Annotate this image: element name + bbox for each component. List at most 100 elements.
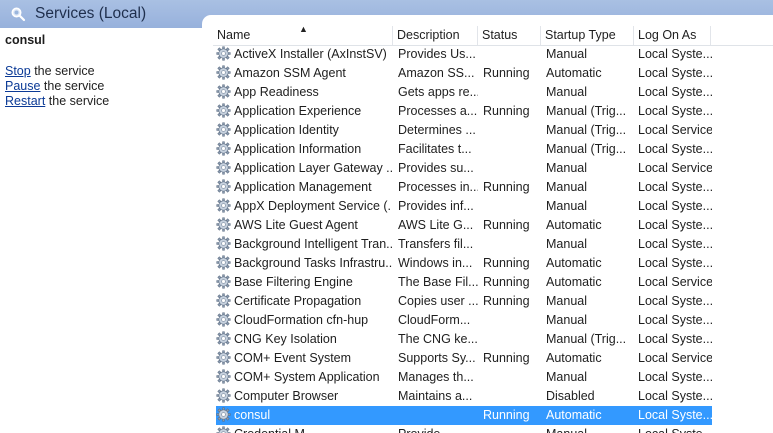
- service-row[interactable]: Certificate Propagation Copies user ... Ru…: [216, 292, 712, 311]
- column-header-startup-type-label: Startup Type: [545, 28, 616, 42]
- service-startup-type-cell: Manual (Trig...: [546, 142, 627, 156]
- service-row[interactable]: COM+ System Application Manages th... Manu…: [216, 368, 712, 387]
- service-log-on-as-cell: Local Syste...: [638, 66, 712, 80]
- service-startup-type-cell: Manual: [546, 425, 636, 433]
- service-description-cell: The Base Fil...: [398, 275, 478, 289]
- service-status-cell: Running: [483, 294, 530, 308]
- service-startup-type-cell: Manual: [546, 47, 587, 61]
- service-description-cell: Copies user ...: [398, 294, 478, 308]
- service-description-cell: Supports Sy...: [398, 351, 476, 365]
- service-row[interactable]: App Readiness Gets apps re... Manual Local …: [216, 83, 712, 102]
- service-startup-type-cell: Automatic: [546, 66, 602, 80]
- service-row[interactable]: consul Running Automatic Local Syste...: [216, 406, 712, 425]
- service-row[interactable]: Application Layer Gateway ... Provides su…: [216, 159, 712, 178]
- service-name-cell: AppX Deployment Service (...: [234, 199, 392, 213]
- service-description-cell: Provides inf...: [398, 199, 474, 213]
- service-status-cell: [483, 121, 541, 140]
- service-row[interactable]: AWS Lite Guest Agent AWS Lite G... Running…: [216, 216, 712, 235]
- column-header-description[interactable]: Description: [393, 26, 478, 45]
- service-description-cell: Gets apps re...: [398, 85, 478, 99]
- service-startup-type-cell: Manual (Trig...: [546, 104, 627, 118]
- restart-service-link[interactable]: Restart: [5, 94, 45, 108]
- stop-service-link[interactable]: Stop: [5, 64, 31, 78]
- service-row[interactable]: Application Identity Determines ... Manual…: [216, 121, 712, 140]
- service-log-on-as-cell: Local Service: [638, 275, 712, 289]
- stop-service-text: the service: [30, 64, 95, 78]
- service-row[interactable]: ActiveX Installer (AxInstSV) Provides Us.…: [216, 45, 712, 64]
- column-header-name[interactable]: Name ▲: [213, 26, 393, 45]
- service-gear-icon: [216, 198, 232, 217]
- service-description-cell: AWS Lite G...: [398, 218, 474, 232]
- service-startup-type-cell: Manual: [546, 199, 587, 213]
- service-log-on-as-cell: Local Syste...: [638, 85, 712, 99]
- service-gear-icon: [216, 122, 232, 141]
- service-gear-icon: [216, 255, 232, 274]
- pause-service-link[interactable]: Pause: [5, 79, 40, 93]
- service-gear-icon: [216, 312, 232, 331]
- service-row[interactable]: Amazon SSM Agent Amazon SS... Running Autom…: [216, 64, 712, 83]
- service-gear-icon: [216, 179, 232, 198]
- service-name-cell: Application Experience: [234, 104, 362, 118]
- service-status-cell: [483, 235, 541, 254]
- restart-service-text: the service: [45, 94, 110, 108]
- service-row[interactable]: Base Filtering Engine The Base Fil... Runn…: [216, 273, 712, 292]
- services-magnifier-icon: [11, 7, 26, 22]
- service-description-cell: Manages th...: [398, 370, 474, 384]
- service-log-on-as-cell: Local Syste...: [638, 425, 712, 433]
- service-startup-type-cell: Manual: [546, 161, 587, 175]
- service-status-cell: [483, 83, 541, 102]
- service-startup-type-cell: Automatic: [546, 275, 602, 289]
- service-name-cell: Computer Browser: [234, 389, 339, 403]
- service-gear-icon: [216, 331, 232, 350]
- service-log-on-as-cell: Local Syste...: [638, 408, 712, 422]
- service-log-on-as-cell: Local Syste...: [638, 256, 712, 270]
- service-row[interactable]: COM+ Event System Supports Sy... Running Au…: [216, 349, 712, 368]
- service-description-cell: Processes in...: [398, 180, 478, 194]
- service-description-cell: CloudForm...: [398, 313, 471, 327]
- service-startup-type-cell: Manual: [546, 237, 587, 251]
- service-startup-type-cell: Manual (Trig...: [546, 332, 627, 346]
- service-description-cell: Provide...: [398, 425, 478, 433]
- service-status-cell: Running: [483, 218, 530, 232]
- service-name-cell: COM+ Event System: [234, 351, 352, 365]
- service-name-cell: Amazon SSM Agent: [234, 66, 346, 80]
- service-row[interactable]: Application Experience Processes a... Runn…: [216, 102, 712, 121]
- column-header-description-label: Description: [397, 28, 460, 42]
- service-name-cell: Application Identity: [234, 123, 339, 137]
- service-startup-type-cell: Automatic: [546, 408, 602, 422]
- column-header-status[interactable]: Status: [478, 26, 541, 45]
- service-description-cell: Determines ...: [398, 123, 476, 137]
- service-row[interactable]: Background Intelligent Tran... Transfers …: [216, 235, 712, 254]
- service-status-cell: Running: [483, 351, 530, 365]
- service-log-on-as-cell: Local Syste...: [638, 218, 712, 232]
- service-status-cell: Running: [483, 66, 530, 80]
- service-row[interactable]: Computer Browser Maintains a... Disabled Lo…: [216, 387, 712, 406]
- service-description-cell: Provides su...: [398, 161, 474, 175]
- column-header-startup-type[interactable]: Startup Type: [541, 26, 634, 45]
- service-gear-icon: [216, 274, 232, 293]
- service-gear-icon: [216, 160, 232, 179]
- service-row[interactable]: AppX Deployment Service (... Provides inf…: [216, 197, 712, 216]
- service-row[interactable]: CloudFormation cfn-hup CloudForm... Manual…: [216, 311, 712, 330]
- sort-ascending-icon: ▲: [299, 26, 308, 34]
- service-log-on-as-cell: Local Syste...: [638, 47, 712, 61]
- service-name-cell: Application Layer Gateway ...: [234, 161, 392, 175]
- service-status-cell: Running: [483, 104, 530, 118]
- service-gear-icon: [216, 369, 232, 388]
- service-log-on-as-cell: Local Syste...: [638, 313, 712, 327]
- column-header-log-on-as[interactable]: Log On As: [634, 26, 711, 45]
- service-row[interactable]: Application Information Facilitates t... M…: [216, 140, 712, 159]
- service-row[interactable]: Credential M... Provide... ManualLocal Sys…: [216, 425, 712, 433]
- service-row[interactable]: Application Management Processes in... Run…: [216, 178, 712, 197]
- service-description-cell: Transfers fil...: [398, 237, 474, 251]
- column-header-status-label: Status: [482, 28, 518, 42]
- service-description-cell: Amazon SS...: [398, 66, 475, 80]
- service-row[interactable]: CNG Key Isolation The CNG ke... Manual (Tr…: [216, 330, 712, 349]
- service-status-cell: [483, 368, 541, 387]
- services-list[interactable]: Name ▲ Description Status Startup Type L…: [213, 26, 773, 433]
- service-startup-type-cell: Manual: [546, 294, 587, 308]
- service-description-cell: Maintains a...: [398, 389, 473, 403]
- service-row[interactable]: Background Tasks Infrastru... Windows in.…: [216, 254, 712, 273]
- service-log-on-as-cell: Local Syste...: [638, 332, 712, 346]
- service-name-cell: ActiveX Installer (AxInstSV): [234, 47, 387, 61]
